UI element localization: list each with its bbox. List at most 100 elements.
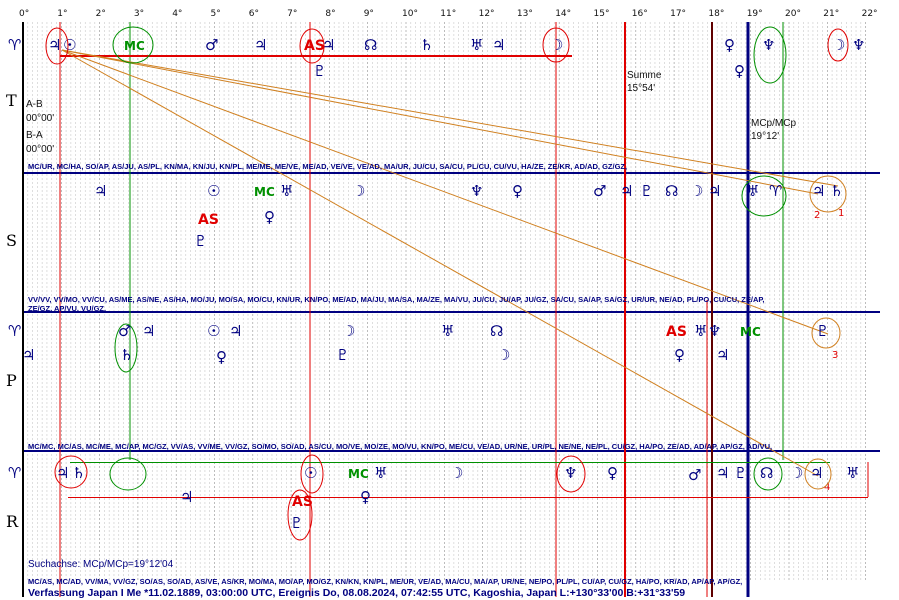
mc-label: MC bbox=[740, 325, 761, 339]
saturn-icon: ♄ bbox=[420, 36, 433, 54]
degree-label: 9° bbox=[364, 9, 374, 19]
degree-label: 14° bbox=[555, 9, 571, 19]
midpoints-sp1: VV/VV, VV/MO, VV/CU, AS/ME, AS/NE, AS/HA… bbox=[28, 295, 764, 304]
as-label: AS bbox=[198, 212, 219, 228]
moon-icon: ☽ bbox=[342, 322, 355, 340]
sun-icon: ☉ bbox=[63, 36, 76, 54]
moon-icon: ☽ bbox=[790, 464, 803, 482]
degree-label: 17° bbox=[670, 9, 686, 19]
mc-label: MC bbox=[348, 467, 369, 481]
aries-icon: ♈ bbox=[8, 36, 21, 54]
midpoints-sp2: ZE/GZ, AP/VU, VU/GZ, bbox=[28, 304, 106, 313]
uranus-icon: ♅ bbox=[470, 36, 483, 54]
aries-icon: ♈ bbox=[8, 464, 21, 482]
aries-icon: ♈ bbox=[8, 322, 21, 340]
mars-icon: ♂ bbox=[688, 466, 701, 484]
sun-icon: ☉ bbox=[207, 322, 220, 340]
aries-icon: ♈ bbox=[769, 182, 782, 200]
pluto-icon: ♇ bbox=[313, 62, 326, 80]
pluto-icon: ♇ bbox=[816, 322, 829, 340]
jupiter-icon: ♃ bbox=[812, 182, 825, 200]
red-box-t bbox=[60, 55, 572, 57]
degree-label: 22° bbox=[862, 9, 878, 19]
band-label-s: S bbox=[6, 231, 17, 250]
uranus-icon: ♅ bbox=[746, 182, 759, 200]
jupiter-icon: ♃ bbox=[48, 36, 61, 54]
dial-chart: 0° 1° 2° 3° 4° 5° 6° 7° 8° 9° 10° 11° 12° 13° 14° 15° 16… bbox=[6, 9, 880, 599]
moon-icon: ☽ bbox=[832, 36, 845, 54]
pluto-icon: ♇ bbox=[336, 346, 349, 364]
as-label: AS bbox=[666, 324, 687, 340]
band-label-r: R bbox=[6, 512, 19, 531]
moon-icon: ☽ bbox=[497, 346, 510, 364]
neptune-icon: ♆ bbox=[564, 464, 577, 482]
venus-icon: ♀ bbox=[264, 208, 275, 226]
note-mcp-value: 19°12' bbox=[751, 131, 779, 142]
pluto-icon: ♇ bbox=[290, 514, 303, 532]
degree-label: 18° bbox=[708, 9, 724, 19]
label-1: 1 bbox=[838, 208, 844, 219]
neptune-icon: ♆ bbox=[762, 36, 775, 54]
jupiter-icon: ♃ bbox=[142, 322, 155, 340]
moon-icon: ☽ bbox=[352, 182, 365, 200]
venus-icon: ♀ bbox=[734, 62, 745, 80]
midpoints-ts: MC/UR, MC/HA, SO/AP, AS/JU, AS/PL, KN/MA… bbox=[28, 162, 627, 171]
note-ba-value: 00°00' bbox=[26, 144, 54, 155]
node-icon: ☊ bbox=[760, 464, 773, 482]
jupiter-icon: ♃ bbox=[620, 182, 633, 200]
degree-label: 20° bbox=[785, 9, 801, 19]
moon-icon: ☽ bbox=[550, 36, 563, 54]
jupiter-icon: ♃ bbox=[716, 464, 729, 482]
note-ab: A-B bbox=[26, 99, 43, 110]
pluto-icon: ♇ bbox=[734, 464, 747, 482]
sun-icon: ☉ bbox=[207, 182, 220, 200]
uranus-icon: ♅ bbox=[374, 464, 387, 482]
orange-line-4 bbox=[61, 49, 819, 477]
jupiter-icon: ♃ bbox=[56, 464, 69, 482]
mc-label: MC bbox=[254, 185, 275, 199]
note-summe-value: 15°54' bbox=[627, 83, 655, 94]
jupiter-icon: ♃ bbox=[254, 36, 267, 54]
degree-label: 3° bbox=[134, 9, 144, 19]
jupiter-icon: ♃ bbox=[810, 464, 823, 482]
degree-label: 19° bbox=[747, 9, 763, 19]
saturn-icon: ♄ bbox=[120, 346, 133, 364]
venus-icon: ♀ bbox=[216, 348, 227, 366]
saturn-icon: ♄ bbox=[830, 182, 843, 200]
degree-label: 13° bbox=[517, 9, 533, 19]
midpoints-pr: MC/MC, MC/AS, MC/ME, MC/AP, MC/GZ, VV/AS… bbox=[28, 442, 772, 451]
mc-label: MC bbox=[124, 39, 145, 53]
degree-label: 6° bbox=[249, 9, 259, 19]
pluto-icon: ♇ bbox=[640, 182, 653, 200]
label-3: 3 bbox=[832, 350, 838, 361]
note-summe: Summe bbox=[627, 70, 662, 81]
neptune-icon: ♆ bbox=[708, 322, 721, 340]
green-line-r bbox=[70, 462, 830, 463]
degree-label: 1° bbox=[57, 9, 67, 19]
degree-label: 15° bbox=[594, 9, 610, 19]
degree-label: 11° bbox=[440, 9, 456, 19]
pluto-icon: ♇ bbox=[194, 232, 207, 250]
degree-label: 12° bbox=[479, 9, 495, 19]
jupiter-icon: ♃ bbox=[22, 346, 35, 364]
band-t-symbols: ♈ ☉ ♃ MC ♂ ♃ AS ♃ ♇ ☊ ♄ ♅ ♃ ☽ ♀ ♆ ♀ ☽ ♆ bbox=[8, 36, 865, 80]
uranus-icon: ♅ bbox=[280, 182, 293, 200]
degree-label: 4° bbox=[172, 9, 182, 19]
mars-icon: ♂ bbox=[205, 36, 218, 54]
jupiter-icon: ♃ bbox=[94, 182, 107, 200]
venus-icon: ♀ bbox=[674, 346, 685, 364]
band-label-t: T bbox=[6, 91, 17, 110]
uranus-icon: ♅ bbox=[846, 464, 859, 482]
degree-label: 10° bbox=[402, 9, 418, 19]
degree-label: 8° bbox=[325, 9, 335, 19]
neptune-icon: ♆ bbox=[852, 36, 865, 54]
jupiter-icon: ♃ bbox=[716, 346, 729, 364]
neptune-icon: ♆ bbox=[470, 182, 483, 200]
venus-icon: ♀ bbox=[512, 182, 523, 200]
jupiter-icon: ♃ bbox=[708, 182, 721, 200]
midpoints-bottom: MC/AS, MC/AD, VV/MA, VV/GZ, SO/AS, SO/AD… bbox=[28, 577, 742, 586]
uranus-icon: ♅ bbox=[694, 322, 707, 340]
jupiter-icon: ♃ bbox=[229, 322, 242, 340]
jupiter-icon: ♃ bbox=[492, 36, 505, 54]
degree-label: 2° bbox=[96, 9, 106, 19]
